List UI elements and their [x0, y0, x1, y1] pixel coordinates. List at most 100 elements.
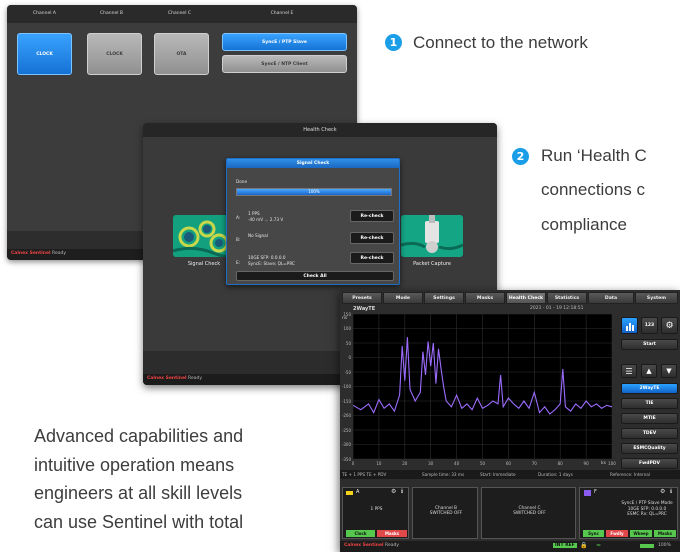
wkeep-chip[interactable]: Wkeep [630, 530, 652, 537]
tab-presets[interactable]: Presets [342, 292, 382, 304]
masks-chip[interactable]: Masks [654, 530, 676, 537]
row-e-line-1: 10GE SFP: 0.0.0.0 [248, 255, 286, 260]
channel-f-color-swatch [584, 490, 591, 496]
int-ref-badge: INT REF [553, 543, 577, 548]
channel-c-ota-tile[interactable]: OTA [154, 33, 209, 75]
metric-mtie-button[interactable]: MTIE [621, 413, 678, 424]
channel-c-label: Channel C [167, 11, 192, 16]
recheck-a-button[interactable]: Re-check [350, 210, 394, 222]
plot-title: 2WayTE [353, 306, 376, 312]
channel-a-panel[interactable]: A ⚙ ℹ 1 PPS Clock Masks [342, 487, 409, 539]
tab-mode[interactable]: Mode [383, 292, 423, 304]
settings-button[interactable]: ⚙ [661, 317, 678, 334]
sample-time-info: Sample time: 33 ms [422, 472, 465, 477]
marketing-line-1: Advanced capabilities and [34, 426, 244, 446]
lock-icon: 🔒 [580, 542, 588, 549]
status-text: Ready [385, 543, 400, 548]
metric-2waytE-button[interactable]: 2WayTE [621, 383, 678, 394]
start-button[interactable]: Start [621, 339, 678, 350]
measurement-info-bar: TE + 1 PPS TE + PDV Sample time: 33 ms S… [340, 470, 680, 479]
marketing-line-3: engineers at all skill levels [34, 483, 243, 503]
packet-capture-image[interactable] [401, 215, 463, 257]
x-tick-label: 90 [583, 461, 589, 466]
list-button[interactable]: ☰ [621, 364, 637, 378]
metric-esmc-quality-button[interactable]: ESMCQuality [621, 443, 678, 454]
metric-fwdpdv-button[interactable]: FwdPDV [621, 458, 678, 469]
metric-tie-button[interactable]: TIE [621, 398, 678, 409]
marketing-line-4: can use Sentinel with total [34, 511, 244, 532]
numeric-view-button[interactable]: 123 [641, 317, 658, 334]
x-tick-label: 80 [557, 461, 563, 466]
scroll-down-button[interactable]: ▼ [661, 364, 677, 378]
channel-a-clock-tile[interactable]: CLOCK [17, 33, 72, 75]
reference-info: Reference: Internal [610, 472, 650, 477]
network-icon: ⚙ [660, 488, 666, 495]
metric-tdev-button[interactable]: TDEV [621, 428, 678, 439]
channel-a-label: Channel A [33, 11, 56, 16]
status-bar: Calnex Sentinel Ready INT REF 🔒 ≈ 100% [340, 541, 680, 552]
info-icon: ℹ [670, 488, 673, 495]
step-2-line-3: compliance [541, 215, 627, 234]
channel-e-ntp-client-tile[interactable]: SyncE / NTP Client [222, 55, 347, 73]
health-check-title: Health Check [143, 123, 497, 137]
channel-f-panel[interactable]: F ⚙ ℹ SyncE / PTP Slave Mode 10GE SFP: 0… [579, 487, 678, 539]
status-text: Ready [188, 376, 203, 381]
channel-e-ptp-slave-tile[interactable]: SyncE / PTP Slave [222, 33, 347, 51]
tab-system[interactable]: System [635, 292, 678, 304]
channel-f-letter: F [594, 489, 597, 495]
channel-b-label: Channel B [100, 11, 123, 16]
tab-settings[interactable]: Settings [424, 292, 464, 304]
x-tick-label: 100 [608, 461, 616, 466]
row-e-letter: E: [236, 260, 241, 265]
marketing-paragraph: Advanced capabilities and intuitive oper… [34, 422, 344, 536]
x-tick-label: 0 [351, 461, 355, 466]
tab-statistics[interactable]: Statistics [547, 292, 587, 304]
channel-b-text: Channel B SWITCHED OFF [429, 506, 463, 516]
step-2-line-1: Run ‘Health C [541, 146, 647, 165]
x-tick-label: 40 [454, 461, 460, 466]
sync-chip[interactable]: Sync [583, 530, 604, 537]
masks-chip[interactable]: Masks [377, 530, 407, 537]
fwdly-chip[interactable]: Fwdly [606, 530, 628, 537]
y-unit-label: ns [342, 316, 348, 321]
recheck-e-button[interactable]: Re-check [350, 252, 394, 264]
brand-label: Calnex Sentinel [11, 251, 51, 256]
check-all-button[interactable]: Check All [236, 271, 394, 281]
step-1-badge: 1 [385, 34, 402, 51]
tab-health-check[interactable]: Health Check [506, 292, 546, 304]
packet-capture-caption: Packet Capture [413, 261, 451, 267]
sync-status-icon: ≈ [596, 542, 602, 549]
recheck-b-button[interactable]: Re-check [350, 232, 394, 244]
y-tick-label: 0 [348, 355, 351, 360]
x-tick-label: 20 [402, 461, 408, 466]
x-tick-label: 50 [479, 461, 486, 466]
clock-chip[interactable]: Clock [346, 530, 375, 537]
channel-e-label: Channel E [270, 11, 294, 16]
channel-a-color-swatch [346, 491, 353, 495]
progress-fill: 100% [237, 189, 391, 195]
battery-icon [640, 544, 654, 548]
scroll-up-button[interactable]: ▲ [641, 364, 657, 378]
dialog-title: Signal Check [227, 159, 399, 168]
channel-c-panel[interactable]: Channel C SWITCHED OFF [481, 487, 576, 539]
marketing-line-2: intuitive operation means [34, 454, 235, 475]
row-a-letter: A: [236, 215, 241, 220]
channel-b-clock-tile[interactable]: CLOCK [87, 33, 142, 75]
te-line-chart[interactable] [353, 314, 612, 459]
gear-icon: ⚙ [665, 320, 674, 331]
network-icon: ⚙ [391, 488, 397, 495]
bar-chart-icon [625, 322, 634, 331]
network-connector-icon [401, 215, 463, 257]
tab-masks[interactable]: Masks [465, 292, 505, 304]
y-tick-label: 100 [343, 326, 351, 331]
channel-f-text: SyncE / PTP Slave Mode 10GE SFP: 0.0.0.0… [621, 501, 673, 517]
chart-view-button[interactable] [621, 317, 638, 334]
battery-percent: 100% [658, 543, 671, 548]
brand-label: Calnex Sentinel [344, 543, 384, 548]
trace-info: TE + 1 PPS TE + PDV [342, 472, 387, 477]
x-tick-label: 70 [531, 461, 537, 466]
channel-b-panel[interactable]: Channel B SWITCHED OFF [412, 487, 478, 539]
channel-a-letter: A [356, 489, 360, 495]
tab-data[interactable]: Data [588, 292, 634, 304]
x-tick-label: 10 [376, 461, 382, 466]
